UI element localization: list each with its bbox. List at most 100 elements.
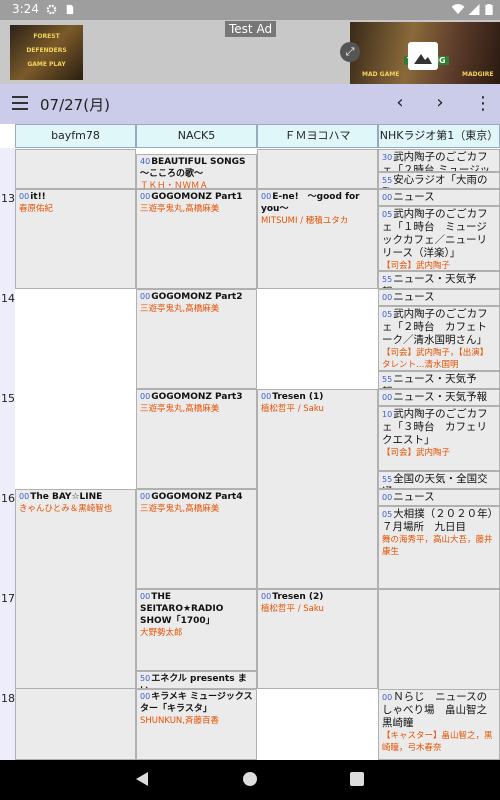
channel-header[interactable]: NACK5 xyxy=(136,124,257,148)
program-title-text: ニュース・天気予報 xyxy=(393,391,488,403)
ad-game-line: FOREST xyxy=(33,33,60,40)
program-performers: 三遊亭鬼丸,髙橋麻美 xyxy=(140,404,220,414)
program-performers: 三遊亭鬼丸,髙橋麻美 xyxy=(140,304,220,314)
program-cell[interactable]: 55ニュース・天気予報・ xyxy=(378,371,500,389)
program-start-minute: 00 xyxy=(140,592,151,601)
program-cell[interactable]: 10武内陶子のごごカフェ「３時台 カフェリクエスト」 【司会】武内陶子 xyxy=(378,406,500,471)
program-cell[interactable]: 00GOGOMONZ Part4 三遊亭鬼丸,髙橋麻美 xyxy=(136,489,257,589)
program-title: 00ニュース xyxy=(382,291,496,304)
signal-icon xyxy=(468,4,480,15)
program-cell[interactable]: 05武内陶子のごごカフェ「２時台 カフェトーク／清水国明さん」 【司会】武内陶子，… xyxy=(378,306,500,371)
mountain-image-icon xyxy=(408,42,438,70)
recents-icon[interactable] xyxy=(350,772,364,786)
program-title: 00GOGOMONZ Part1 xyxy=(140,191,253,203)
status-bar: 3:24 xyxy=(0,0,500,20)
program-performers: 【司会】武内陶子，【出演】タレント…清水国明 xyxy=(382,348,489,370)
channel-header[interactable]: NHKラジオ第1（東京） xyxy=(378,124,500,148)
program-title: 55全国の天気・全国交通 xyxy=(382,473,496,488)
program-cell[interactable]: 00E-ne! 〜good for you〜 MITSUMI / 穂積ユタカ xyxy=(257,189,378,289)
program-performers: 植松哲平 / Saku xyxy=(261,604,324,614)
program-cell[interactable]: 00Tresen (1) 植松哲平 / Saku xyxy=(257,389,378,589)
program-cell[interactable]: 00it!! 春原佑紀 xyxy=(15,189,136,289)
program-cell[interactable]: 00ニュース xyxy=(378,289,500,306)
more-vert-icon[interactable]: ⋮ xyxy=(474,93,492,114)
empty-slot xyxy=(257,149,378,189)
expand-icon[interactable]: ⤢ xyxy=(340,42,360,62)
ad-banner[interactable]: FOREST DEFENDERS GAME PLAY Test Ad MAD G… xyxy=(0,20,500,84)
program-cell[interactable]: 55ニュース・天気予報・ xyxy=(378,271,500,289)
program-title: 00GOGOMONZ Part4 xyxy=(140,491,253,503)
program-title-text: ニュース・天気予報・ xyxy=(382,273,477,288)
program-start-minute: 10 xyxy=(382,410,393,419)
program-title: 00GOGOMONZ Part2 xyxy=(140,291,253,303)
program-start-minute: 55 xyxy=(382,375,393,384)
program-cell[interactable]: 50エネクル presents まい xyxy=(136,671,257,689)
menu-icon[interactable] xyxy=(12,96,28,110)
ad-game-image[interactable]: FOREST DEFENDERS GAME PLAY xyxy=(10,25,83,80)
program-title: 00THE SEITARO★RADIO SHOW「1700」 xyxy=(140,591,253,627)
program-start-minute: 00 xyxy=(140,392,151,401)
ad-text: MADGIRE xyxy=(462,71,494,78)
hour-label: 16 xyxy=(1,492,15,505)
program-title: 05武内陶子のごごカフェ「２時台 カフェトーク／清水国明さん」 xyxy=(382,308,496,347)
program-start-minute: 00 xyxy=(382,393,393,402)
time-column xyxy=(0,148,15,760)
program-cell[interactable]: 00Ｎらじ ニュースのしゃべり場 畠山智之 黒崎瞳 【キャスター】畠山智之，黒崎瞳… xyxy=(378,689,500,760)
ad-text: MAD GAME xyxy=(362,71,400,78)
program-title-text: 武内陶子のごごカフェ「２時台 カフェトーク／清水国明さん」 xyxy=(382,308,488,346)
program-performers: 三遊亭鬼丸,髙橋麻美 xyxy=(140,504,220,514)
channel-header[interactable]: bayfm78 xyxy=(15,124,136,148)
hour-label: 14 xyxy=(1,292,15,305)
program-title: 00Tresen (2) xyxy=(261,591,374,603)
channel-header[interactable]: ＦＭヨコハマ xyxy=(257,124,378,148)
ad-game-line: GAME PLAY xyxy=(27,61,66,68)
home-icon[interactable] xyxy=(243,772,257,786)
program-title-text: 安心ラジオ「大雨の警 xyxy=(382,174,488,188)
program-cell[interactable]: 00GOGOMONZ Part3 三遊亭鬼丸,髙橋麻美 xyxy=(136,389,257,489)
program-cell[interactable]: 00Tresen (2) 植松哲平 / Saku xyxy=(257,589,378,689)
program-cell[interactable]: 40BEAUTIFUL SONGS 〜こころの歌〜 ＴＫＨ・ＮＷＭＡ xyxy=(136,154,257,189)
program-title-text: it!! xyxy=(30,192,46,202)
program-cell[interactable]: 00ニュース xyxy=(378,489,500,506)
program-cell[interactable]: 05武内陶子のごごカフェ「１時台 ミュージックカフェ／ニューリリース（洋楽）」【… xyxy=(378,206,500,271)
program-title: 50エネクル presents まい xyxy=(140,673,253,688)
program-grid[interactable]: bayfm78 NACK5 ＦＭヨコハマ NHKラジオ第1（東京） 13 14 15… xyxy=(0,124,500,760)
program-title: 40BEAUTIFUL SONGS 〜こころの歌〜 xyxy=(140,156,253,180)
program-title-text: GOGOMONZ Part4 xyxy=(151,492,243,502)
program-title-text: Tresen (1) xyxy=(272,392,324,402)
program-cell[interactable]: 00GOGOMONZ Part1 三遊亭鬼丸,髙橋麻美 xyxy=(136,189,257,289)
program-title: 55ニュース・天気予報・ xyxy=(382,273,496,288)
program-start-minute: 30 xyxy=(382,153,393,162)
program-cell[interactable]: 00ニュース・天気予報 xyxy=(378,389,500,406)
program-start-minute: 00 xyxy=(382,493,393,502)
program-performers: MITSUMI / 穂積ユタカ xyxy=(261,216,349,226)
program-cell[interactable]: 00キラメキ ミュージックスター「キラスタ」 SHUNKUN,斉藤百香 xyxy=(136,689,257,760)
chevron-left-icon[interactable]: ‹ xyxy=(390,92,410,113)
program-cell[interactable]: 00GOGOMONZ Part2 三遊亭鬼丸,髙橋麻美 xyxy=(136,289,257,389)
hour-label: 17 xyxy=(1,592,15,605)
program-performers: 大野勢太郎 xyxy=(140,628,183,638)
program-start-minute: 00 xyxy=(382,293,393,302)
program-start-minute: 00 xyxy=(140,192,151,201)
status-time: 3:24 xyxy=(12,2,39,16)
program-title: 00Ｎらじ ニュースのしゃべり場 畠山智之 黒崎瞳 xyxy=(382,691,498,730)
program-cell[interactable]: 55全国の天気・全国交通 xyxy=(378,471,500,489)
chevron-right-icon[interactable]: › xyxy=(430,92,450,113)
program-cell[interactable]: 00THE SEITARO★RADIO SHOW「1700」 大野勢太郎 xyxy=(136,589,257,671)
program-cell[interactable]: 05大相撲（２０２０年）７月場所 九日目 舞の海秀平，高山大吾，藤井康生 xyxy=(378,506,500,589)
program-cell[interactable]: 00ニュース xyxy=(378,189,500,206)
program-start-minute: 00 xyxy=(261,392,272,401)
program-start-minute: 00 xyxy=(382,693,393,702)
program-title-text: ニュース・天気予報・ xyxy=(382,373,477,388)
program-start-minute: 50 xyxy=(140,674,151,683)
program-performers: 【司会】武内陶子 xyxy=(382,261,451,271)
program-cell[interactable]: 30武内陶子のごごカフェ「２時台 ミュージック xyxy=(378,149,500,172)
back-icon[interactable] xyxy=(136,772,148,786)
program-title: 00ニュース・天気予報 xyxy=(382,391,496,404)
program-cell[interactable]: 00The BAY☆LINE きゃんひとみ＆黒崎智也 xyxy=(15,489,136,689)
app-bar: 07/27(月) ‹ › ⋮ xyxy=(0,84,500,124)
program-title-text: 大相撲（２０２０年）７月場所 九日目 xyxy=(382,508,493,533)
wifi-icon xyxy=(451,4,465,15)
program-cell[interactable]: 55安心ラジオ「大雨の警 xyxy=(378,172,500,189)
program-title-text: ニュース xyxy=(393,191,435,203)
